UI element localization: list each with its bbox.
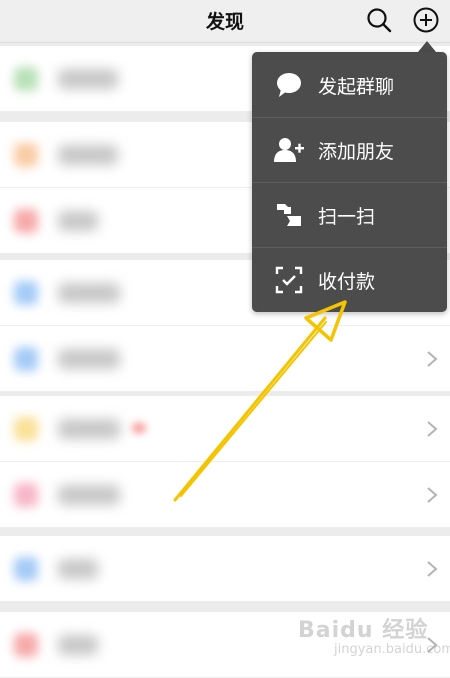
- plus-popup-menu: 发起群聊 添加朋友 扫一扫 收付款: [252, 52, 447, 312]
- watermark-site: jingyan.baidu.com: [334, 642, 450, 657]
- list-item[interactable]: [0, 462, 450, 527]
- menu-item-group-chat[interactable]: 发起群聊: [252, 52, 447, 117]
- blurred-label: [58, 419, 120, 439]
- menu-item-scan[interactable]: 扫一扫: [252, 182, 447, 247]
- menu-item-label: 收付款: [318, 271, 376, 293]
- blurred-icon: [14, 281, 38, 305]
- menu-item-payment[interactable]: 收付款: [252, 247, 447, 312]
- blurred-label: [58, 145, 118, 165]
- blurred-label: [58, 69, 118, 89]
- search-icon[interactable]: [364, 5, 394, 35]
- blurred-label: [58, 211, 98, 231]
- baidu-watermark: Baidu 经验 jingyan.baidu.com: [298, 612, 450, 674]
- plus-circle-icon[interactable]: [411, 5, 441, 35]
- blurred-icon: [14, 483, 38, 507]
- chevron-right-icon: [427, 351, 438, 367]
- chevron-right-icon: [427, 421, 438, 437]
- list-item[interactable]: [0, 326, 450, 391]
- chevron-right-icon: [427, 487, 438, 503]
- menu-item-label: 发起群聊: [318, 76, 395, 98]
- menu-item-add-friend[interactable]: 添加朋友: [252, 117, 447, 182]
- menu-item-label: 扫一扫: [318, 206, 376, 228]
- list-group: [0, 536, 450, 601]
- blurred-icon: [14, 633, 38, 657]
- blurred-icon: [14, 347, 38, 371]
- menu-pointer: [418, 41, 436, 52]
- blurred-label: [58, 559, 98, 579]
- blurred-label: [58, 635, 98, 655]
- watermark-logo: Baidu 经验: [298, 618, 429, 643]
- money-icon: [275, 266, 303, 294]
- menu-item-label: 添加朋友: [318, 141, 395, 163]
- blurred-icon: [14, 557, 38, 581]
- list-group: [0, 396, 450, 527]
- top-bar: 发现: [0, 0, 450, 43]
- scan-icon: [277, 204, 301, 226]
- chevron-right-icon: [427, 561, 438, 577]
- list-item[interactable]: [0, 536, 450, 601]
- blurred-icon: [14, 209, 38, 233]
- blurred-label: [58, 283, 120, 303]
- list-item[interactable]: [0, 396, 450, 462]
- add-friend-icon: [274, 138, 304, 162]
- blurred-icon: [14, 143, 38, 167]
- chat-bubble-icon: [277, 73, 301, 97]
- blurred-icon: [14, 417, 38, 441]
- blurred-label: [58, 485, 120, 505]
- blurred-icon: [14, 67, 38, 91]
- blurred-label: [58, 349, 120, 369]
- badge-dot: [132, 423, 146, 433]
